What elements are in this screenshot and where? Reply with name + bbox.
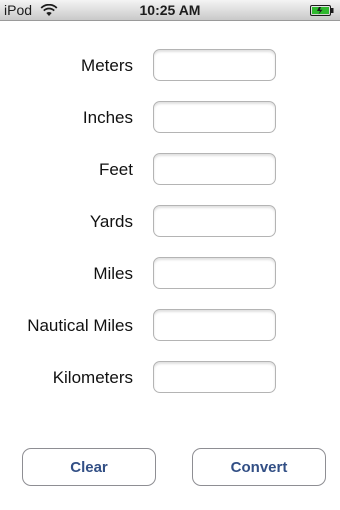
status-bar: iPod 10:25 AM — [0, 0, 340, 21]
row-yards: Yards — [0, 205, 340, 239]
battery-charging-icon — [310, 5, 334, 16]
yards-label: Yards — [89, 212, 133, 231]
nautical-miles-input[interactable] — [153, 309, 276, 341]
miles-input[interactable] — [153, 257, 276, 289]
nautical-miles-label: Nautical Miles — [27, 316, 133, 335]
row-kilometers: Kilometers — [0, 361, 340, 395]
row-meters: Meters — [0, 49, 340, 83]
convert-button[interactable]: Convert — [192, 448, 326, 486]
inches-input[interactable] — [153, 101, 276, 133]
kilometers-label: Kilometers — [52, 368, 133, 387]
row-nautical-miles: Nautical Miles — [0, 309, 340, 343]
status-time: 10:25 AM — [139, 2, 201, 18]
yards-input[interactable] — [153, 205, 276, 237]
kilometers-input[interactable] — [153, 361, 276, 393]
row-inches: Inches — [0, 101, 340, 135]
feet-input[interactable] — [153, 153, 276, 185]
feet-label: Feet — [98, 160, 133, 179]
clear-button[interactable]: Clear — [22, 448, 156, 486]
miles-label: Miles — [93, 264, 133, 283]
meters-input[interactable] — [153, 49, 276, 81]
row-miles: Miles — [0, 257, 340, 291]
inches-label: Inches — [82, 108, 133, 127]
meters-label: Meters — [81, 56, 133, 75]
row-feet: Feet — [0, 153, 340, 187]
